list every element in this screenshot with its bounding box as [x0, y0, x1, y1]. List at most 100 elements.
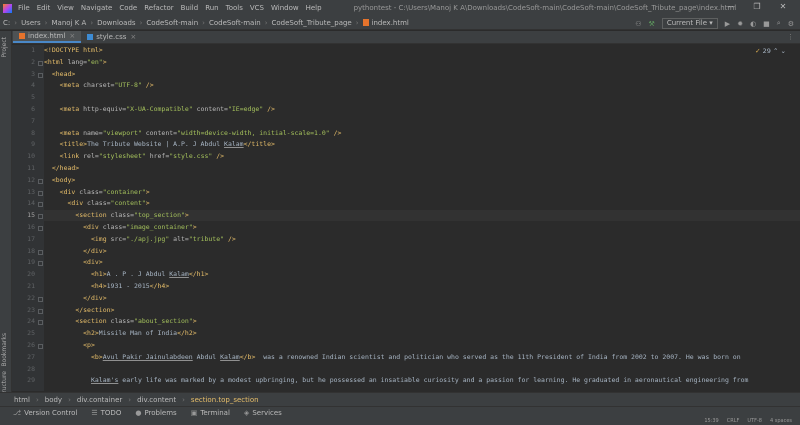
nav-crumb-file[interactable]: index.html — [372, 19, 409, 27]
build-hammer-icon[interactable]: ⚒ — [649, 20, 655, 28]
fold-marker-icon[interactable] — [38, 320, 43, 326]
menu-tools[interactable]: Tools — [226, 4, 243, 12]
code-line[interactable]: <b>Avul Pakir Jainulabdeen Abdul Kalam</… — [44, 352, 800, 363]
indent-setting[interactable]: 4 spaces — [770, 418, 792, 425]
settings-gear-icon[interactable]: ⚙ — [788, 20, 794, 28]
nav-crumb-drive[interactable]: C: — [3, 19, 10, 27]
cursor-position[interactable]: 15:39 — [704, 418, 718, 425]
code-line[interactable]: <div class="container"> — [44, 187, 800, 198]
file-encoding[interactable]: UTF-8 — [747, 418, 762, 425]
bookmarks-tool-button[interactable]: Bookmarks — [1, 333, 8, 367]
code-line[interactable]: </div> — [44, 246, 800, 257]
code-line[interactable]: </head> — [44, 163, 800, 174]
menu-refactor[interactable]: Refactor — [144, 4, 173, 12]
breadcrumb-div-content[interactable]: div.content — [137, 396, 176, 404]
code-editor[interactable]: <!DOCTYPE html> <html lang="en"> <head> <… — [44, 45, 800, 391]
code-line[interactable]: </div> — [44, 293, 800, 304]
chevron-up-icon[interactable]: ⌃ — [773, 47, 778, 55]
nav-crumb-codesoft-main[interactable]: CodeSoft-main — [146, 19, 198, 27]
fold-marker-icon[interactable] — [38, 60, 43, 66]
code-line[interactable]: <link rel="stylesheet" href="style.css" … — [44, 151, 800, 162]
code-line[interactable]: <h1>A . P . J Abdul Kalam</h1> — [44, 269, 800, 280]
code-line[interactable]: </section> — [44, 305, 800, 316]
breadcrumb-html[interactable]: html — [14, 396, 30, 404]
user-icon[interactable]: ⚇ — [635, 20, 641, 28]
inspection-widget[interactable]: ✓ 29 ⌃ ⌄ — [755, 47, 786, 55]
code-line[interactable]: <h4>1931 - 2015</h4> — [44, 281, 800, 292]
fold-marker-icon[interactable] — [38, 261, 43, 267]
menu-navigate[interactable]: Navigate — [81, 4, 112, 12]
breadcrumb-div-container[interactable]: div.container — [77, 396, 122, 404]
menu-help[interactable]: Help — [306, 4, 322, 12]
code-line[interactable]: <div class="content"> — [44, 198, 800, 209]
code-line[interactable]: <title>The Tribute Website | A.P. J Abdu… — [44, 139, 800, 150]
close-tab-icon[interactable]: × — [69, 32, 75, 40]
code-line[interactable]: Kalam's early life was marked by a modes… — [44, 375, 800, 386]
services-button[interactable]: ◈ Services — [244, 409, 282, 417]
code-line[interactable]: <div class="image_container"> — [44, 222, 800, 233]
terminal-button[interactable]: ▣ Terminal — [191, 409, 230, 417]
restore-icon[interactable]: ❐ — [744, 2, 770, 11]
code-line[interactable]: <img src="./apj.jpg" alt="tribute" /> — [44, 234, 800, 245]
stop-icon[interactable]: ■ — [763, 20, 770, 28]
code-line[interactable]: <meta charset="UTF-8" /> — [44, 80, 800, 91]
code-token: <section — [75, 317, 107, 326]
project-tool-button[interactable]: Project — [1, 37, 8, 58]
fold-marker-icon[interactable] — [38, 308, 43, 314]
minimize-icon[interactable]: — — [718, 2, 744, 11]
code-line[interactable]: <html lang="en"> — [44, 57, 800, 68]
code-line[interactable]: <section class="about_section"> — [44, 316, 800, 327]
tab-style-css[interactable]: style.css × — [81, 31, 142, 43]
code-line[interactable]: <meta name="viewport" content="width=dev… — [44, 128, 800, 139]
problems-button[interactable]: ● Problems — [135, 409, 176, 417]
nav-crumb-tribute-page[interactable]: CodeSoft_Tribute_page — [272, 19, 352, 27]
menu-window[interactable]: Window — [271, 4, 299, 12]
coverage-icon[interactable]: ◐ — [750, 20, 756, 28]
code-line[interactable]: <body> — [44, 175, 800, 186]
breadcrumb-section[interactable]: section.top_section — [191, 396, 259, 404]
code-line[interactable]: <div> — [44, 257, 800, 268]
run-config-select[interactable]: Current File ▾ — [661, 18, 718, 29]
run-icon[interactable]: ▶ — [725, 20, 730, 28]
code-line[interactable] — [44, 364, 800, 375]
menu-vcs[interactable]: VCS — [250, 4, 264, 12]
close-icon[interactable]: ✕ — [770, 2, 796, 11]
tab-options-icon[interactable]: ⋮ — [787, 33, 794, 41]
nav-crumb-downloads[interactable]: Downloads — [97, 19, 135, 27]
line-separator[interactable]: CRLF — [727, 418, 740, 425]
search-icon[interactable]: ⌕ — [777, 19, 781, 28]
fold-marker-icon[interactable] — [38, 344, 43, 349]
menu-view[interactable]: View — [57, 4, 74, 12]
code-line[interactable]: <section class="top_section"> — [44, 210, 800, 222]
debug-icon[interactable]: ✹ — [737, 20, 743, 28]
code-line[interactable] — [44, 92, 800, 103]
fold-marker-icon[interactable] — [38, 72, 43, 78]
fold-marker-icon[interactable] — [38, 214, 43, 220]
menu-file[interactable]: File — [18, 4, 30, 12]
version-control-button[interactable]: ⎇ Version Control — [13, 409, 77, 417]
fold-marker-icon[interactable] — [38, 296, 43, 302]
close-tab-icon[interactable]: × — [130, 33, 136, 41]
code-line[interactable]: <head> — [44, 69, 800, 80]
fold-marker-icon[interactable] — [38, 178, 43, 184]
menu-run[interactable]: Run — [205, 4, 218, 12]
menu-code[interactable]: Code — [119, 4, 137, 12]
tab-index-html[interactable]: index.html × — [13, 31, 82, 43]
breadcrumb-body[interactable]: body — [45, 396, 62, 404]
fold-marker-icon[interactable] — [38, 202, 43, 208]
fold-marker-icon[interactable] — [38, 190, 43, 196]
menu-build[interactable]: Build — [181, 4, 199, 12]
chevron-down-icon[interactable]: ⌄ — [781, 47, 786, 55]
todo-button[interactable]: ☰ TODO — [91, 409, 121, 417]
code-line[interactable]: <!DOCTYPE html> — [44, 45, 800, 56]
fold-marker-icon[interactable] — [38, 249, 43, 255]
code-line[interactable]: <meta http-equiv="X-UA-Compatible" conte… — [44, 104, 800, 115]
nav-crumb-codesoft-main-inner[interactable]: CodeSoft-main — [209, 19, 261, 27]
menu-edit[interactable]: Edit — [37, 4, 51, 12]
code-line[interactable]: <p> — [44, 340, 800, 351]
nav-crumb-user[interactable]: Manoj K A — [51, 19, 86, 27]
code-line[interactable]: <h2>Missile Man of India</h2> — [44, 328, 800, 339]
nav-crumb-users[interactable]: Users — [21, 19, 41, 27]
code-line[interactable] — [44, 116, 800, 127]
fold-marker-icon[interactable] — [38, 226, 43, 231]
